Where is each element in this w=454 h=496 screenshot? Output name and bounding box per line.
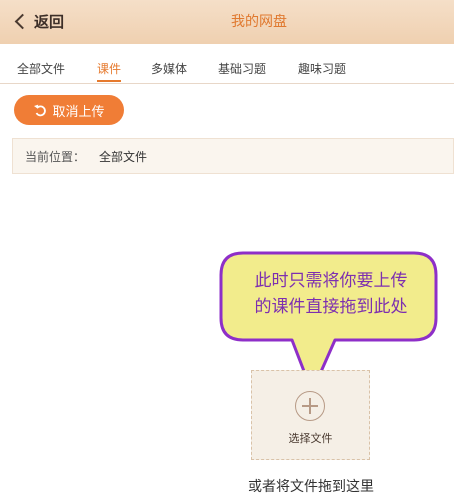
location-value: 全部文件	[99, 149, 148, 164]
callout-line-2: 的课件直接拖到此处	[254, 297, 408, 317]
tab-bar: 全部文件 课件 多媒体 基础习题 趣味习题	[0, 58, 454, 84]
tab-multimedia[interactable]: 多媒体	[151, 60, 187, 77]
page: 返回 我的网盘 全部文件 课件 多媒体 基础习题 趣味习题 取消上传 当前位置：…	[0, 0, 454, 496]
location-bar: 当前位置： 全部文件	[12, 138, 454, 174]
callout-text: 此时只需将你要上传 的课件直接拖到此处	[233, 268, 429, 320]
location-label: 当前位置：	[25, 149, 86, 164]
drag-hint-text: 或者将文件拖到这里	[248, 479, 374, 495]
header-bar: 返回 我的网盘	[0, 0, 454, 44]
callout-line-1: 此时只需将你要上传	[254, 271, 408, 291]
file-drop-zone[interactable]: 选择文件	[251, 370, 370, 460]
select-file-label: 选择文件	[288, 432, 333, 445]
plus-icon	[295, 391, 325, 421]
tab-all-files[interactable]: 全部文件	[17, 60, 65, 77]
tab-courseware[interactable]: 课件	[97, 60, 122, 82]
undo-icon	[34, 104, 47, 117]
cancel-upload-label: 取消上传	[52, 104, 105, 120]
page-title: 我的网盘	[231, 14, 287, 30]
tab-fun-exercises[interactable]: 趣味习题	[298, 60, 346, 77]
cancel-upload-button[interactable]: 取消上传	[14, 95, 124, 125]
tab-basic-exercises[interactable]: 基础习题	[218, 60, 266, 77]
